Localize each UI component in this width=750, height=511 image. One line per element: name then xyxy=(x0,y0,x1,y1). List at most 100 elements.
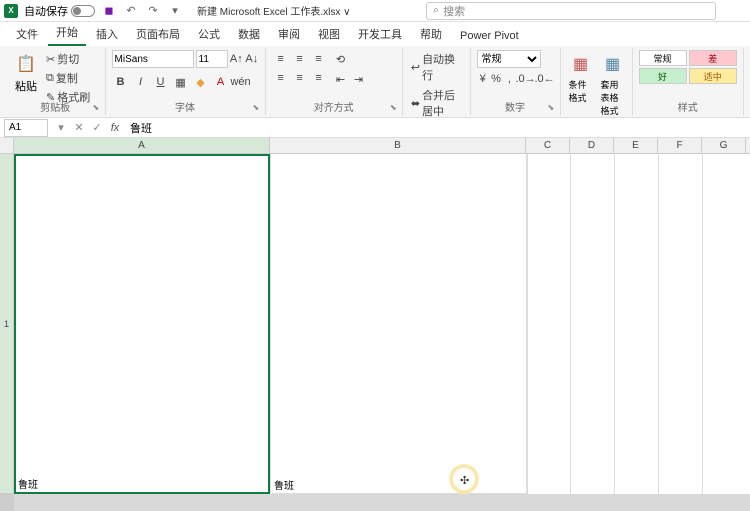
undo-icon[interactable]: ↶ xyxy=(123,3,139,19)
copy-icon: ⧉ xyxy=(46,72,54,85)
paste-button[interactable]: 📋 粘贴 xyxy=(12,50,40,96)
style-good[interactable]: 好 xyxy=(639,68,687,84)
cancel-icon[interactable]: ✕ xyxy=(70,119,88,137)
autosave-control[interactable]: 自动保存 xyxy=(24,3,95,19)
col-header-g[interactable]: G xyxy=(702,138,746,153)
font-name-select[interactable] xyxy=(112,50,194,68)
autosave-label: 自动保存 xyxy=(24,3,68,19)
increase-font-icon[interactable]: A↑ xyxy=(230,50,244,68)
comma-icon[interactable]: , xyxy=(503,70,515,88)
font-color-button[interactable]: A xyxy=(212,73,230,91)
align-group-label: 对齐方式 xyxy=(266,99,402,114)
cell-b1[interactable]: 鲁班 xyxy=(272,154,528,494)
document-title[interactable]: 新建 Microsoft Excel 工作表.xlsx ∨ xyxy=(197,3,350,18)
name-box[interactable]: A1 xyxy=(4,119,48,137)
table-format-icon: ▦ xyxy=(601,52,625,76)
row-header-1[interactable]: 1 xyxy=(0,154,13,494)
tab-layout[interactable]: 页面布局 xyxy=(128,22,188,46)
worksheet-area: A B C D E F G 1 鲁班 鲁班 ✣ xyxy=(0,138,750,511)
increase-decimal-icon[interactable]: .0→ xyxy=(517,70,535,88)
col-header-f[interactable]: F xyxy=(658,138,702,153)
row-header-2[interactable] xyxy=(0,494,13,511)
percent-icon[interactable]: % xyxy=(490,70,502,88)
conditional-format-button[interactable]: ▦ 条件格式 xyxy=(567,50,595,106)
fx-icon[interactable]: fx xyxy=(106,119,124,137)
save-icon[interactable]: ◼ xyxy=(101,3,117,19)
select-all-corner[interactable] xyxy=(0,138,14,153)
align-center-icon[interactable]: ≡ xyxy=(291,69,309,87)
search-placeholder: 搜索 xyxy=(443,3,465,19)
tab-insert[interactable]: 插入 xyxy=(88,22,126,46)
row-2-cells[interactable] xyxy=(14,494,750,511)
col-header-e[interactable]: E xyxy=(614,138,658,153)
cond-format-icon: ▦ xyxy=(569,52,593,76)
align-bottom-icon[interactable]: ≡ xyxy=(310,50,328,68)
orientation-icon[interactable]: ⟲ xyxy=(332,50,350,68)
wrap-text-button[interactable]: ↩自动换行 xyxy=(409,50,464,84)
tab-view[interactable]: 视图 xyxy=(310,22,348,46)
bold-button[interactable]: B xyxy=(112,73,130,91)
style-normal[interactable]: 常规 xyxy=(639,50,687,66)
fill-color-button[interactable]: ◆ xyxy=(192,73,210,91)
col-header-d[interactable]: D xyxy=(570,138,614,153)
clipboard-group-label: 剪贴板 xyxy=(6,99,105,114)
merge-icon: ⬌ xyxy=(411,97,420,110)
clipboard-launcher-icon[interactable]: ⬊ xyxy=(93,103,103,113)
tab-help[interactable]: 帮助 xyxy=(412,22,450,46)
col-header-c[interactable]: C xyxy=(526,138,570,153)
merge-center-button[interactable]: ⬌合并后居中 xyxy=(409,86,464,120)
phonetic-button[interactable]: wén xyxy=(232,73,250,91)
ribbon: 📋 粘贴 ✂剪切 ⧉复制 ✎格式刷 剪贴板 ⬊ A↑ A↓ B I U xyxy=(0,46,750,118)
align-right-icon[interactable]: ≡ xyxy=(310,69,328,87)
enter-icon[interactable]: ✓ xyxy=(88,119,106,137)
italic-button[interactable]: I xyxy=(132,73,150,91)
copy-button[interactable]: ⧉复制 xyxy=(44,69,92,87)
tab-file[interactable]: 文件 xyxy=(8,22,46,46)
tab-review[interactable]: 审阅 xyxy=(270,22,308,46)
font-launcher-icon[interactable]: ⬊ xyxy=(253,103,263,113)
col-header-a[interactable]: A xyxy=(14,138,270,153)
font-size-select[interactable] xyxy=(196,50,228,68)
scissors-icon: ✂ xyxy=(46,53,55,66)
cell-b1-value: 鲁班 xyxy=(274,477,294,492)
align-top-icon[interactable]: ≡ xyxy=(272,50,290,68)
number-launcher-icon[interactable]: ⬊ xyxy=(548,103,558,113)
excel-app-icon: X xyxy=(4,4,18,18)
increase-indent-icon[interactable]: ⇥ xyxy=(350,70,368,88)
style-bad[interactable]: 差 xyxy=(689,50,737,66)
redo-icon[interactable]: ↷ xyxy=(145,3,161,19)
qat-customize-icon[interactable]: ▾ xyxy=(167,3,183,19)
cell-a1-active[interactable]: 鲁班 xyxy=(14,154,270,494)
col-header-b[interactable]: B xyxy=(270,138,526,153)
namebox-dropdown-icon[interactable]: ▾ xyxy=(52,119,70,137)
currency-icon[interactable]: ¥ xyxy=(477,70,489,88)
tab-data[interactable]: 数据 xyxy=(230,22,268,46)
search-input[interactable]: ⌕ 搜索 xyxy=(426,2,716,20)
align-middle-icon[interactable]: ≡ xyxy=(291,50,309,68)
cell-a1-value: 鲁班 xyxy=(18,476,38,491)
border-button[interactable]: ▦ xyxy=(172,73,190,91)
number-format-select[interactable]: 常规 xyxy=(477,50,541,68)
align-left-icon[interactable]: ≡ xyxy=(272,69,290,87)
clipboard-icon: 📋 xyxy=(14,52,38,76)
cut-button[interactable]: ✂剪切 xyxy=(44,50,92,68)
autosave-toggle[interactable] xyxy=(71,5,95,17)
underline-button[interactable]: U xyxy=(152,73,170,91)
tab-home[interactable]: 开始 xyxy=(48,20,86,46)
decrease-indent-icon[interactable]: ⇤ xyxy=(332,70,350,88)
decrease-font-icon[interactable]: A↓ xyxy=(245,50,259,68)
tab-developer[interactable]: 开发工具 xyxy=(350,22,410,46)
formula-input[interactable]: 鲁班 xyxy=(124,119,750,137)
formula-bar: A1 ▾ ✕ ✓ fx 鲁班 xyxy=(0,118,750,138)
table-format-button[interactable]: ▦ 套用表格格式 xyxy=(599,50,627,119)
wrap-icon: ↩ xyxy=(411,61,420,74)
tab-formulas[interactable]: 公式 xyxy=(190,22,228,46)
number-group-label: 数字 xyxy=(471,99,560,114)
style-neutral[interactable]: 适中 xyxy=(689,68,737,84)
search-icon: ⌕ xyxy=(433,4,439,17)
cells-grid[interactable]: 鲁班 鲁班 ✣ xyxy=(14,154,750,511)
ribbon-tabs: 文件 开始 插入 页面布局 公式 数据 审阅 视图 开发工具 帮助 Power … xyxy=(0,22,750,46)
decrease-decimal-icon[interactable]: .0← xyxy=(536,70,554,88)
tab-powerpivot[interactable]: Power Pivot xyxy=(452,26,527,46)
align-launcher-icon[interactable]: ⬊ xyxy=(390,103,400,113)
